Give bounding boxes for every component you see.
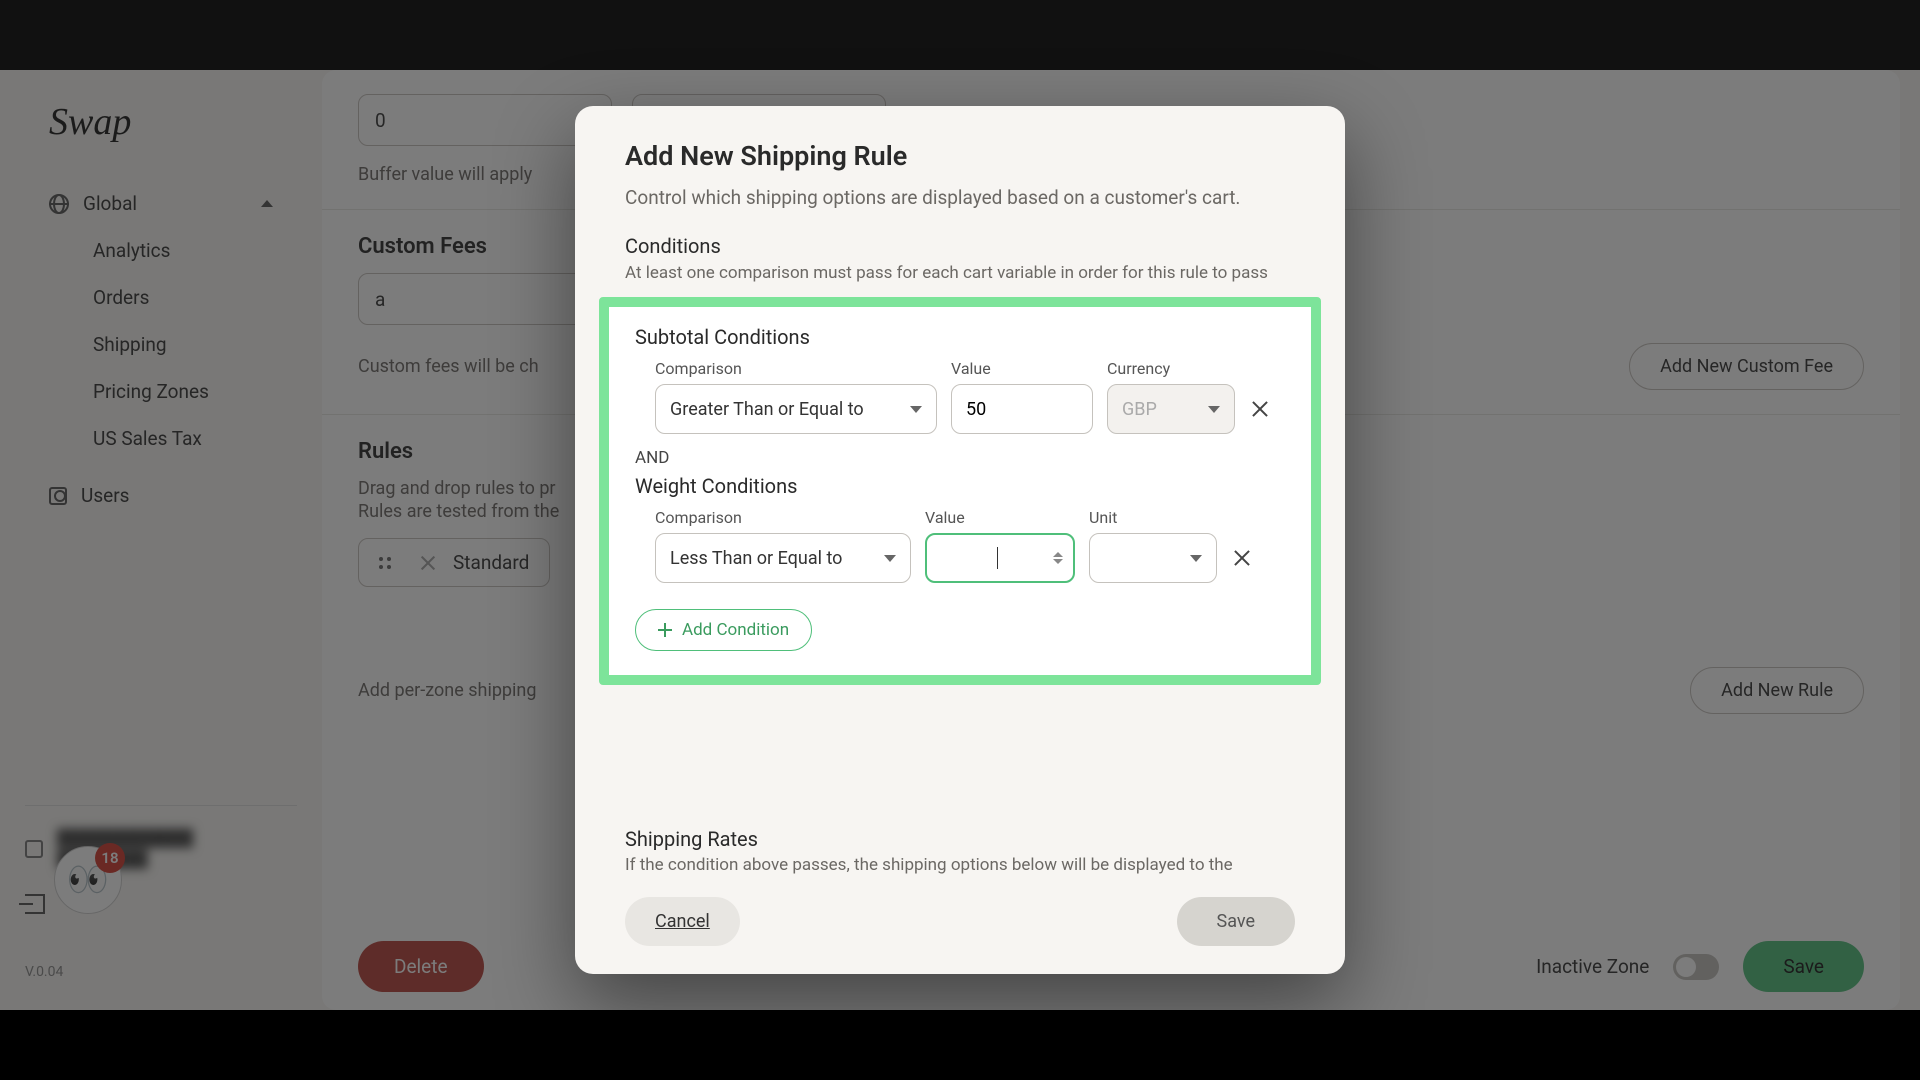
subtotal-comparison-select[interactable]: Greater Than or Equal to [655, 384, 937, 434]
value-label: Value [951, 359, 1093, 378]
plus-icon [658, 623, 672, 637]
text-cursor [997, 547, 998, 569]
modal-save-button[interactable]: Save [1177, 897, 1296, 946]
value-label: Value [925, 508, 1075, 527]
remove-subtotal-condition[interactable] [1249, 384, 1271, 434]
modal-title: Add New Shipping Rule [625, 140, 1295, 172]
add-shipping-rule-modal: Add New Shipping Rule Control which ship… [575, 106, 1345, 974]
currency-label: Currency [1107, 359, 1235, 378]
weight-conditions-heading: Weight Conditions [635, 474, 1285, 498]
conditions-help: At least one comparison must pass for ea… [625, 262, 1295, 286]
comparison-label: Comparison [655, 359, 937, 378]
chevron-down-icon [884, 555, 896, 562]
subtotal-conditions-heading: Subtotal Conditions [635, 325, 1285, 349]
remove-weight-condition[interactable] [1231, 533, 1253, 583]
unit-label: Unit [1089, 508, 1217, 527]
modal-subtitle: Control which shipping options are displ… [625, 184, 1295, 212]
subtotal-value-input[interactable]: 50 [951, 384, 1093, 434]
spinner-up-icon[interactable] [1053, 552, 1063, 557]
conditions-heading: Conditions [625, 234, 1295, 258]
comparison-label: Comparison [655, 508, 911, 527]
modal-cancel-button[interactable]: Cancel [625, 897, 740, 946]
weight-value-input[interactable] [925, 533, 1075, 583]
close-icon [1233, 549, 1251, 567]
number-spinner[interactable] [1053, 552, 1063, 564]
weight-comparison-select[interactable]: Less Than or Equal to [655, 533, 911, 583]
conditions-highlight: Subtotal Conditions Comparison Greater T… [599, 297, 1321, 685]
modal-overlay[interactable]: Add New Shipping Rule Control which ship… [0, 0, 1920, 1080]
subtotal-currency-select[interactable]: GBP [1107, 384, 1235, 434]
close-icon [1251, 400, 1269, 418]
and-separator: AND [635, 448, 1285, 468]
shipping-rates-heading: Shipping Rates [625, 827, 1295, 851]
chevron-down-icon [1190, 555, 1202, 562]
add-condition-button[interactable]: Add Condition [635, 609, 812, 651]
chevron-down-icon [910, 406, 922, 413]
spinner-down-icon[interactable] [1053, 559, 1063, 564]
shipping-rates-help: If the condition above passes, the shipp… [625, 855, 1295, 875]
weight-unit-select[interactable] [1089, 533, 1217, 583]
chevron-down-icon [1208, 406, 1220, 413]
